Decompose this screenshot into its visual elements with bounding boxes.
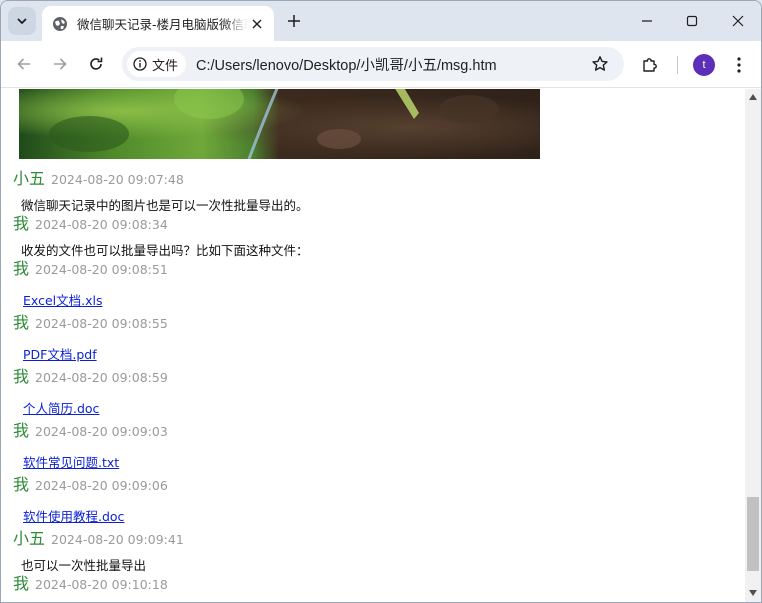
message-sender: 我 — [13, 214, 30, 233]
close-window-button[interactable] — [716, 5, 760, 37]
message-item: 小五 2024-08-20 09:09:41 也可以一次性批量导出 — [13, 529, 733, 573]
message-item: 小五 2024-08-20 09:07:48 微信聊天记录中的图片也是可以一次性… — [13, 169, 733, 213]
star-icon — [592, 56, 608, 71]
message-timestamp: 2024-08-20 09:08:51 — [35, 262, 168, 277]
chat-image[interactable] — [19, 89, 540, 159]
triangle-up-icon — [749, 94, 757, 100]
maximize-button[interactable] — [670, 5, 714, 37]
file-link[interactable]: PDF文档.pdf — [23, 347, 97, 362]
message-item: 我 2024-08-20 09:08:51 Excel文档.xls — [13, 259, 733, 309]
forward-button[interactable] — [46, 50, 74, 78]
chevron-down-icon — [17, 18, 27, 24]
info-icon — [133, 57, 147, 71]
tab-title: 微信聊天记录-楼月电脑版微信聊天记录导出 — [77, 17, 248, 32]
message-sender: 我 — [13, 574, 30, 593]
scroll-down-button[interactable] — [745, 585, 761, 601]
page-content: 小五 2024-08-20 09:07:48 微信聊天记录中的图片也是可以一次性… — [1, 89, 745, 602]
tab-strip: 微信聊天记录-楼月电脑版微信聊天记录导出 — [1, 1, 761, 41]
message-item: 我 2024-08-20 09:09:03 软件常见问题.txt — [13, 421, 733, 471]
message-sender: 小五 — [13, 529, 46, 548]
message-text: 微信聊天记录中的图片也是可以一次性批量导出的。 — [21, 198, 309, 213]
profile-avatar[interactable]: t — [693, 54, 715, 76]
message-sender: 我 — [13, 421, 30, 440]
message-text: 也可以一次性批量导出 — [21, 558, 147, 573]
new-tab-button[interactable] — [282, 9, 306, 33]
address-bar[interactable]: 文件 C:/Users/lenovo/Desktop/小凯哥/小五/msg.ht… — [122, 47, 624, 81]
back-button[interactable] — [10, 50, 38, 78]
file-link[interactable]: 个人简历.doc — [23, 401, 99, 416]
message-sender: 我 — [13, 259, 30, 278]
message-sender: 我 — [13, 475, 30, 494]
tab-search-button[interactable] — [8, 7, 36, 35]
minimize-icon — [642, 20, 652, 22]
arrow-right-icon — [54, 58, 67, 70]
bookmark-button[interactable] — [590, 54, 610, 74]
more-vertical-icon — [737, 57, 741, 73]
message-timestamp: 2024-08-20 09:07:48 — [51, 172, 184, 187]
message-sender: 小五 — [13, 169, 46, 188]
message-timestamp: 2024-08-20 09:08:55 — [35, 316, 168, 331]
message-sender: 我 — [13, 313, 30, 332]
close-icon — [252, 19, 262, 28]
message-timestamp: 2024-08-20 09:08:59 — [35, 370, 168, 385]
message-item: 我 2024-08-20 09:09:06 软件使用教程.doc — [13, 475, 733, 525]
message-item: 我 2024-08-20 09:08:55 PDF文档.pdf — [13, 313, 733, 363]
message-text: 收发的文件也可以批量导出吗？比如下面这种文件： — [21, 243, 309, 258]
message-item: 我 2024-08-20 09:08:34 收发的文件也可以批量导出吗？比如下面… — [13, 214, 733, 258]
chat-photo — [19, 89, 540, 159]
close-icon — [732, 15, 744, 27]
puzzle-icon — [643, 58, 657, 72]
file-link[interactable]: 软件使用教程.doc — [23, 509, 124, 524]
url-text[interactable]: C:/Users/lenovo/Desktop/小凯哥/小五/msg.htm — [196, 54, 497, 75]
browser-window: 微信聊天记录-楼月电脑版微信聊天记录导出 — [0, 0, 762, 603]
maximize-icon — [686, 15, 698, 27]
reload-button[interactable] — [82, 50, 110, 78]
active-tab[interactable]: 微信聊天记录-楼月电脑版微信聊天记录导出 — [42, 6, 274, 41]
vertical-scrollbar[interactable] — [745, 89, 761, 602]
message-sender: 我 — [13, 367, 30, 386]
message-timestamp: 2024-08-20 09:09:41 — [51, 532, 184, 547]
message-list: 小五 2024-08-20 09:07:48 微信聊天记录中的图片也是可以一次性… — [13, 169, 733, 594]
file-link[interactable]: Excel文档.xls — [23, 293, 102, 308]
triangle-down-icon — [749, 590, 757, 596]
site-chip-label: 文件 — [152, 58, 179, 74]
arrow-left-icon — [17, 58, 30, 70]
message-timestamp: 2024-08-20 09:09:06 — [35, 478, 168, 493]
minimize-button[interactable] — [625, 5, 669, 37]
file-link[interactable]: 软件常见问题.txt — [23, 455, 119, 470]
reload-icon — [90, 57, 103, 70]
toolbar-separator — [677, 56, 678, 74]
message-timestamp: 2024-08-20 09:10:18 — [35, 577, 168, 592]
scroll-thumb[interactable] — [747, 497, 759, 571]
message-timestamp: 2024-08-20 09:09:03 — [35, 424, 168, 439]
globe-icon — [53, 16, 67, 31]
tab-close-button[interactable] — [248, 15, 266, 33]
scroll-up-button[interactable] — [745, 89, 761, 105]
message-item: 我 2024-08-20 09:10:18 — [13, 574, 733, 594]
message-timestamp: 2024-08-20 09:08:34 — [35, 217, 168, 232]
site-info-chip[interactable]: 文件 — [127, 51, 187, 77]
toolbar: 文件 C:/Users/lenovo/Desktop/小凯哥/小五/msg.ht… — [1, 41, 761, 88]
extensions-button[interactable] — [638, 53, 662, 77]
plus-icon — [288, 15, 300, 27]
menu-button[interactable] — [729, 53, 749, 77]
message-item: 我 2024-08-20 09:08:59 个人简历.doc — [13, 367, 733, 417]
